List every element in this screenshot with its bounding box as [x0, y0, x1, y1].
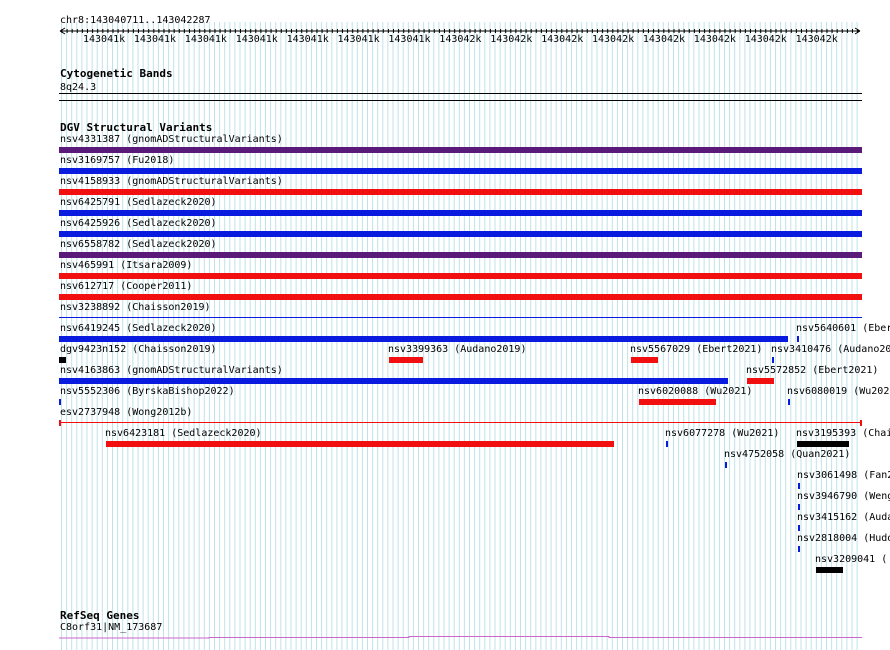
- dgv-feature-bar[interactable]: [59, 273, 862, 279]
- dgv-feature-label[interactable]: nsv3410476 (Audano20: [771, 344, 890, 355]
- dgv-feature-label[interactable]: nsv3195393 (Chai: [796, 428, 890, 439]
- dgv-feature-bar[interactable]: [59, 210, 862, 216]
- dgv-feature-bar[interactable]: [59, 231, 862, 237]
- dgv-feature-bar[interactable]: [631, 357, 658, 363]
- dgv-feature-bar[interactable]: [639, 399, 716, 405]
- dgv-feature-bar[interactable]: [798, 504, 800, 510]
- dgv-feature-bar[interactable]: [772, 357, 774, 363]
- ruler-tick-label: 143041k: [83, 34, 126, 45]
- track-title-refseq: RefSeq Genes: [60, 609, 140, 622]
- cytoband-bar-top: [59, 93, 862, 94]
- refseq-gene-model[interactable]: [59, 632, 863, 640]
- dgv-feature-bar[interactable]: [59, 336, 788, 342]
- dgv-feature-bar[interactable]: [798, 483, 800, 489]
- dgv-feature-label[interactable]: nsv5572852 (Ebert2021): [746, 365, 878, 376]
- dgv-feature-bar[interactable]: [59, 317, 862, 318]
- dgv-feature-label[interactable]: nsv6425791 (Sedlazeck2020): [60, 197, 217, 208]
- dgv-feature-label[interactable]: nsv6077278 (Wu2021): [665, 428, 779, 439]
- dgv-feature-bar[interactable]: [59, 147, 862, 153]
- ruler-tick-label: 143042k: [439, 34, 482, 45]
- ruler-tick-label: 143042k: [693, 34, 736, 45]
- dgv-feature-label[interactable]: nsv5552306 (ByrskaBishop2022): [60, 386, 235, 397]
- dgv-feature-label[interactable]: nsv465991 (Itsara2009): [60, 260, 192, 271]
- dgv-feature-label[interactable]: nsv4163863 (gnomADStructuralVariants): [60, 365, 283, 376]
- dgv-feature-bar[interactable]: [816, 567, 843, 573]
- dgv-feature-label[interactable]: nsv6425926 (Sedlazeck2020): [60, 218, 217, 229]
- track-title-dgv: DGV Structural Variants: [60, 121, 213, 134]
- dgv-feature-label[interactable]: nsv6419245 (Sedlazeck2020): [60, 323, 217, 334]
- dgv-feature-span[interactable]: [59, 419, 863, 427]
- dgv-feature-bar[interactable]: [389, 357, 423, 363]
- dgv-feature-bar[interactable]: [59, 357, 66, 363]
- dgv-feature-bar[interactable]: [788, 399, 790, 405]
- dgv-feature-label[interactable]: nsv4331387 (gnomADStructuralVariants): [60, 134, 283, 145]
- dgv-feature-label[interactable]: nsv4752058 (Quan2021): [724, 449, 850, 460]
- dgv-feature-bar[interactable]: [59, 189, 862, 195]
- cytoband-label: 8q24.3: [60, 82, 97, 93]
- dgv-feature-bar[interactable]: [106, 441, 614, 447]
- dgv-feature-label[interactable]: nsv6558782 (Sedlazeck2020): [60, 239, 217, 250]
- dgv-feature-bar[interactable]: [59, 252, 862, 258]
- ruler-tick-label: 143042k: [795, 34, 838, 45]
- dgv-feature-bar[interactable]: [797, 441, 849, 447]
- ruler-tick-label: 143041k: [184, 34, 227, 45]
- dgv-feature-label[interactable]: nsv3946790 (Weng: [797, 491, 890, 502]
- dgv-feature-label[interactable]: nsv3209041 (: [815, 554, 887, 565]
- dgv-feature-bar[interactable]: [59, 399, 61, 405]
- ruler-tick-label: 143042k: [642, 34, 686, 45]
- dgv-feature-bar[interactable]: [59, 168, 862, 174]
- ruler-tick-label: 143041k: [235, 34, 278, 45]
- dgv-feature-label[interactable]: nsv3238892 (Chaisson2019): [60, 302, 211, 313]
- track-title-cytoband: Cytogenetic Bands: [60, 67, 173, 80]
- dgv-feature-label[interactable]: nsv3415162 (Auda: [797, 512, 890, 523]
- dgv-feature-bar[interactable]: [797, 336, 799, 342]
- dgv-feature-label[interactable]: nsv2818004 (Hudo: [797, 533, 890, 544]
- dgv-feature-bar[interactable]: [59, 294, 862, 300]
- dgv-feature-label[interactable]: nsv3061498 (Fan2: [797, 470, 890, 481]
- dgv-feature-bar[interactable]: [798, 525, 800, 531]
- dgv-feature-bar[interactable]: [725, 462, 727, 468]
- dgv-feature-bar[interactable]: [798, 546, 800, 552]
- dgv-feature-bar[interactable]: [747, 378, 774, 384]
- dgv-feature-label[interactable]: esv2737948 (Wong2012b): [60, 407, 192, 418]
- dgv-feature-label[interactable]: nsv612717 (Cooper2011): [60, 281, 192, 292]
- ruler-tick-label: 143041k: [388, 34, 431, 45]
- ruler-tick-label: 143042k: [744, 34, 787, 45]
- cytoband-bar-bottom: [59, 100, 862, 101]
- dgv-feature-label[interactable]: nsv5640601 (Eber: [796, 323, 890, 334]
- dgv-feature-bar[interactable]: [59, 378, 728, 384]
- dgv-feature-bar[interactable]: [666, 441, 668, 447]
- ruler-tick-label: 143041k: [133, 34, 177, 45]
- dgv-feature-label[interactable]: nsv6080019 (Wu202: [787, 386, 889, 397]
- dgv-feature-label[interactable]: nsv4158933 (gnomADStructuralVariants): [60, 176, 283, 187]
- ruler-tick-label: 143042k: [541, 34, 584, 45]
- dgv-feature-label[interactable]: nsv3399363 (Audano2019): [388, 344, 526, 355]
- ruler-tick-label: 143041k: [286, 34, 329, 45]
- ruler-tick-label: 143042k: [592, 34, 635, 45]
- ruler-tick-label: 143041k: [337, 34, 380, 45]
- dgv-feature-label[interactable]: nsv6423181 (Sedlazeck2020): [105, 428, 262, 439]
- dgv-feature-label[interactable]: dgv9423n152 (Chaisson2019): [60, 344, 217, 355]
- ruler-tick-label: 143042k: [490, 34, 533, 45]
- dgv-feature-label[interactable]: nsv3169757 (Fu2018): [60, 155, 174, 166]
- dgv-feature-label[interactable]: nsv5567029 (Ebert2021): [630, 344, 762, 355]
- dgv-feature-label[interactable]: nsv6020088 (Wu2021): [638, 386, 752, 397]
